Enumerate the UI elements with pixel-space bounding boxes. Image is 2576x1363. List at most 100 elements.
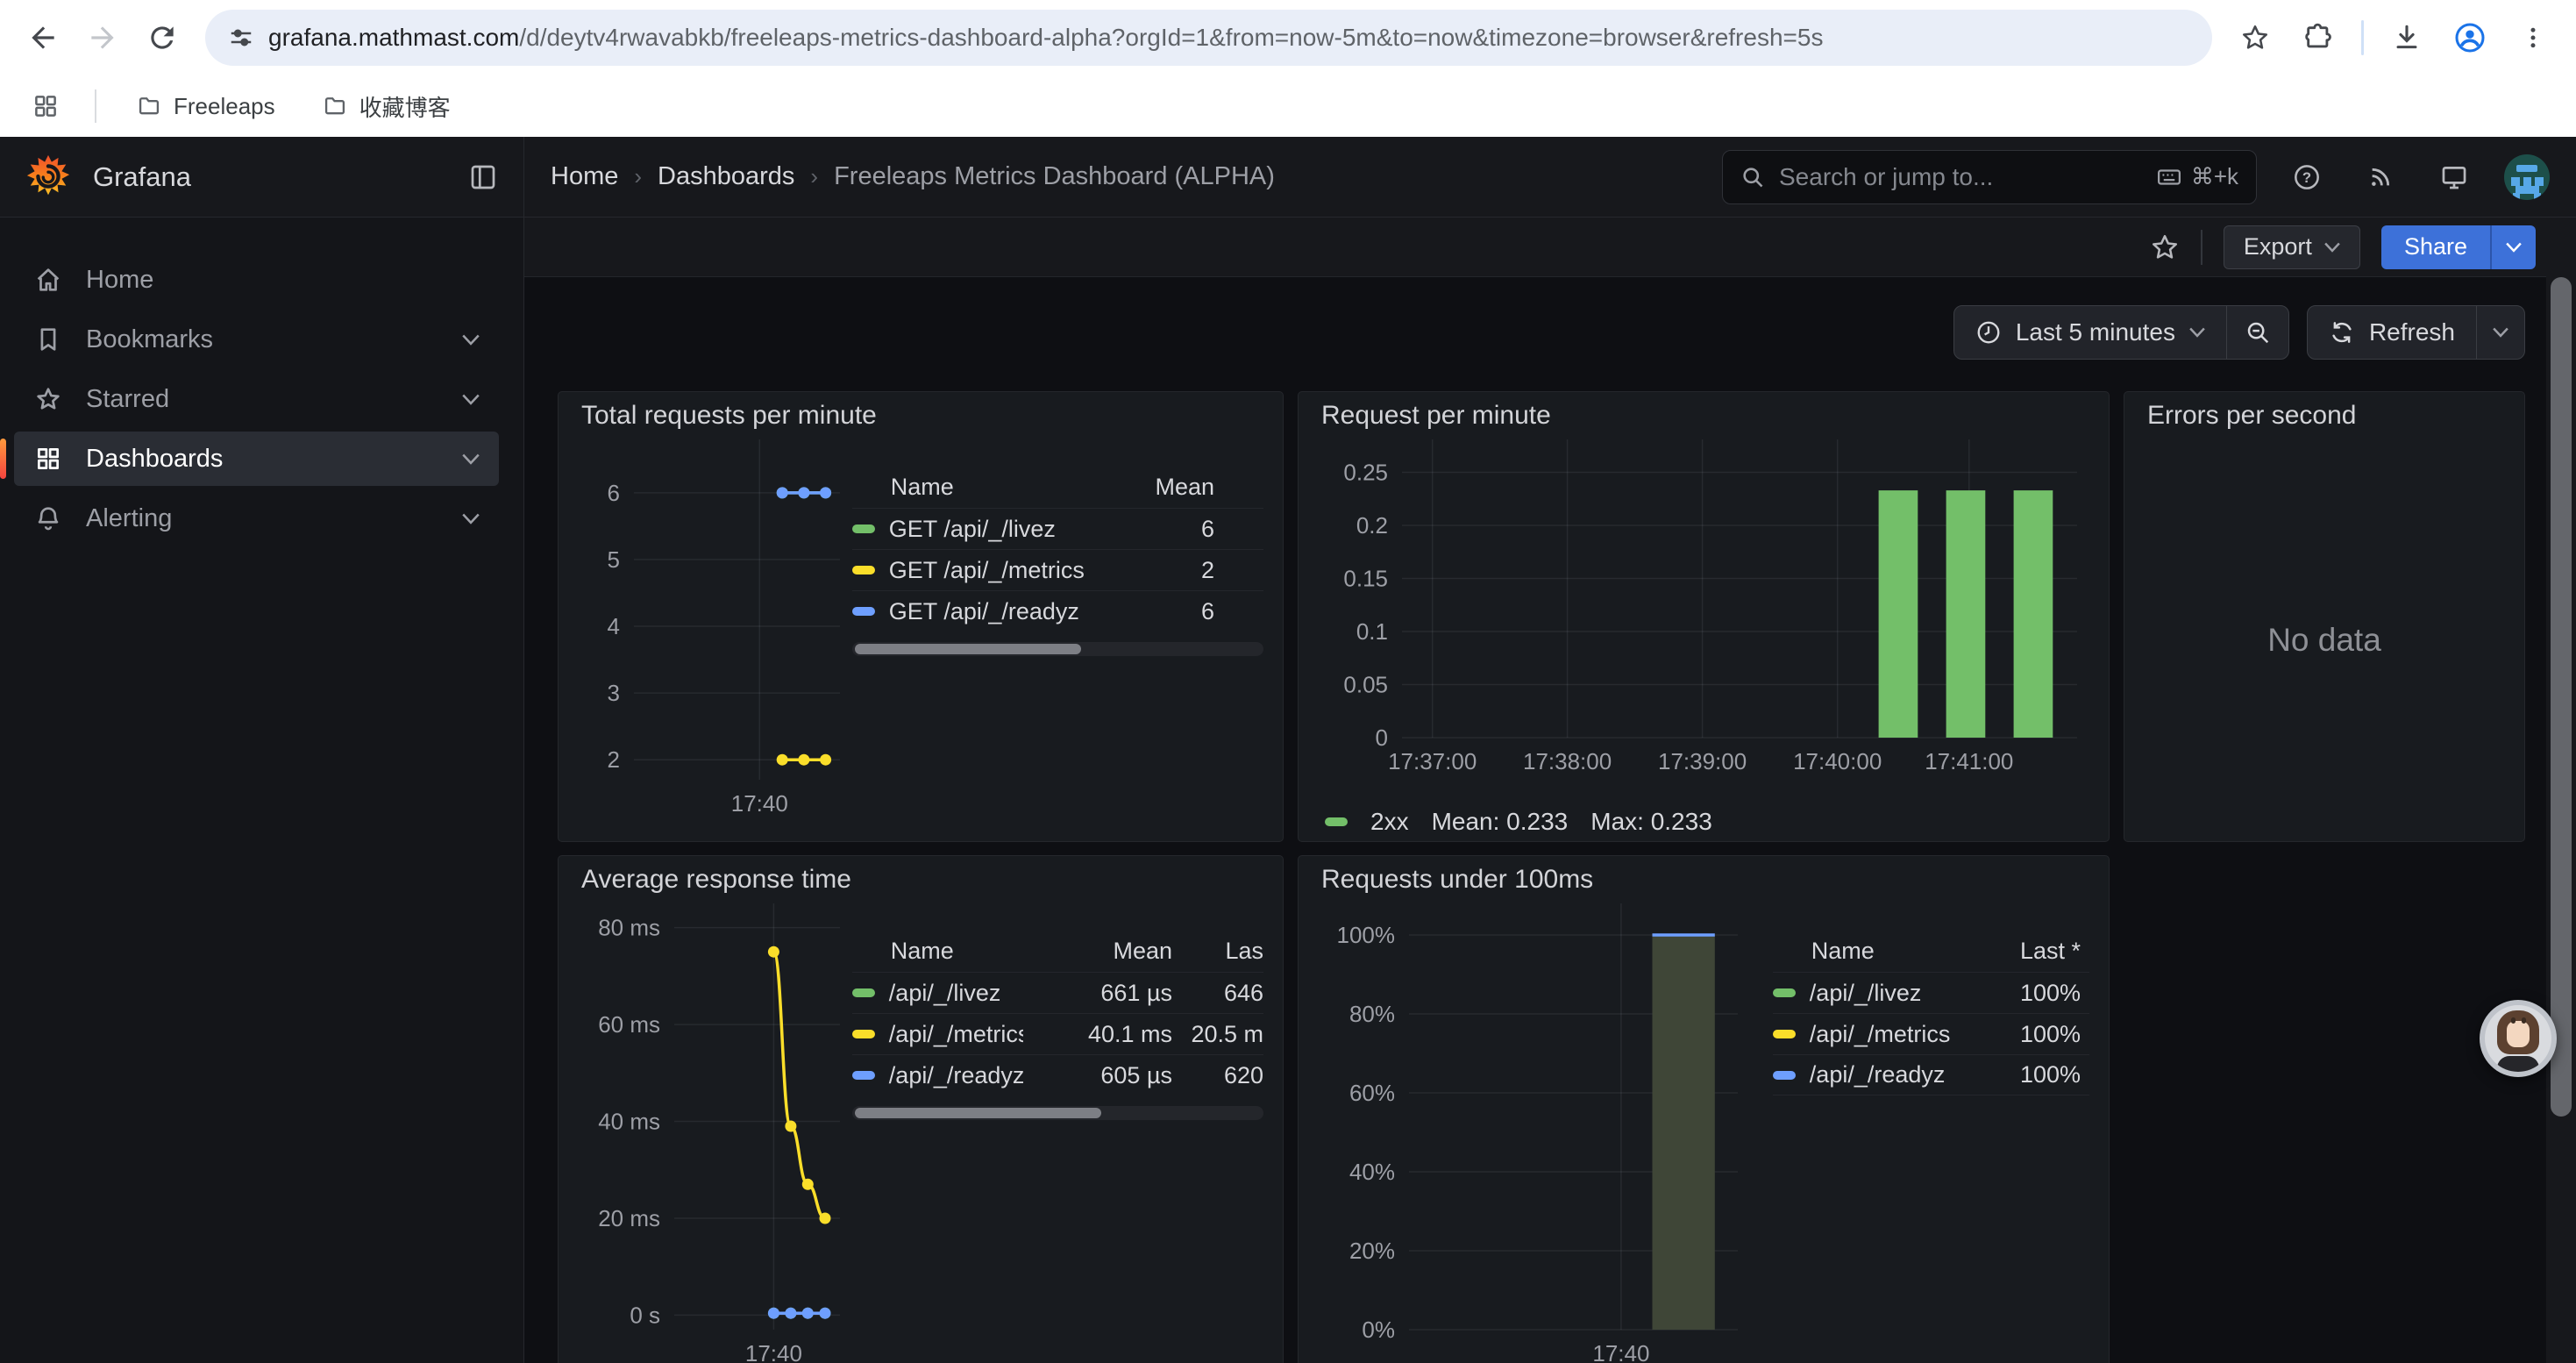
chart-request-per-minute: 0.250.20.150.10.05017:37:0017:38:0017:39… — [1318, 439, 2089, 794]
legend-series-name[interactable]: /api/_/livez — [1773, 980, 1958, 1007]
legend-col-header[interactable]: Las — [1172, 938, 1263, 965]
legend-series-name[interactable]: GET /api/_/metrics — [852, 557, 1109, 584]
chevron-down-icon — [462, 513, 480, 525]
bookmark-icon — [33, 325, 63, 354]
bell-icon — [33, 503, 63, 533]
legend-col-header[interactable]: Last * — [1958, 938, 2081, 965]
export-button[interactable]: Export — [2224, 225, 2360, 269]
sidebar-item-alerting[interactable]: Alerting — [14, 491, 499, 546]
legend-total-requests: NameMeanGET /api/_/livez 6GET /api/_/metr… — [852, 439, 1263, 818]
panel-title[interactable]: Total requests per minute — [578, 392, 1263, 439]
sidebar-item-bookmarks[interactable]: Bookmarks — [14, 312, 499, 367]
share-split-button: Share — [2381, 225, 2536, 269]
downloads-button[interactable] — [2380, 11, 2434, 65]
share-menu-button[interactable] — [2490, 225, 2536, 269]
legend-value: 100% — [1958, 1061, 2081, 1088]
help-button[interactable]: ? — [2283, 153, 2330, 201]
dock-menu-toggle-icon[interactable] — [467, 161, 499, 193]
favorite-dashboard-star-icon[interactable] — [2150, 232, 2180, 262]
panel-title[interactable]: Errors per second — [2144, 392, 2505, 439]
legend-series-name[interactable]: /api/_/metrics — [852, 1021, 1023, 1048]
legend-col-header[interactable]: Mean — [1023, 938, 1172, 965]
zoom-out-time-button[interactable] — [2227, 306, 2288, 359]
sidebar-item-label: Dashboards — [86, 445, 223, 474]
chevron-down-icon — [462, 334, 480, 346]
chevron-down-icon — [2189, 327, 2205, 338]
breadcrumb-item[interactable]: Dashboards — [658, 162, 794, 191]
bookmark-folder[interactable]: 收藏博客 — [310, 85, 463, 128]
legend-series-name[interactable]: /api/_/livez — [852, 980, 1023, 1007]
refresh-button[interactable]: Refresh — [2308, 306, 2476, 359]
time-range-picker[interactable]: Last 5 minutes — [1954, 306, 2226, 359]
sidebar-item-label: Alerting — [86, 504, 172, 533]
news-button[interactable] — [2357, 153, 2404, 201]
svg-text:17:41:00: 17:41:00 — [1925, 748, 2013, 774]
search-input[interactable]: Search or jump to... ⌘+k — [1722, 150, 2257, 204]
legend-col-header[interactable]: Name — [852, 474, 1109, 501]
panel-title[interactable]: Requests under 100ms — [1318, 856, 2089, 903]
svg-text:20%: 20% — [1349, 1238, 1395, 1264]
browser-toolbar: grafana.mathmast.com/d/deytv4rwavabkb/fr… — [0, 0, 2576, 75]
legend-scrollbar-thumb[interactable] — [855, 644, 1081, 654]
breadcrumb-item[interactable]: Home — [551, 162, 618, 191]
floating-assistant-avatar[interactable] — [2480, 1000, 2557, 1077]
extensions-button[interactable] — [2291, 11, 2345, 65]
bookmark-folder[interactable]: Freeleaps — [125, 88, 288, 125]
url-bar[interactable]: grafana.mathmast.com/d/deytv4rwavabkb/fr… — [205, 10, 2212, 66]
legend-series-name[interactable]: 2xx — [1370, 808, 1409, 836]
chart-requests-under-100ms: 100%80%60%40%20%0%17:40 — [1318, 903, 1750, 1363]
refresh-interval-button[interactable] — [2477, 306, 2524, 359]
svg-text:17:37:00: 17:37:00 — [1388, 748, 1477, 774]
back-button[interactable] — [16, 11, 70, 65]
legend-col-header[interactable]: Name — [1773, 938, 1958, 965]
svg-text:20 ms: 20 ms — [598, 1205, 660, 1231]
legend-series-name[interactable]: GET /api/_/livez — [852, 516, 1109, 543]
panel-title[interactable]: Request per minute — [1318, 392, 2089, 439]
legend-request-per-minute: 2xxMean: 0.233Max: 0.233 — [1318, 808, 2089, 836]
legend-series-name[interactable]: GET /api/_/readyz — [852, 598, 1109, 625]
breadcrumb-separator: › — [810, 163, 818, 190]
sidebar-item-home[interactable]: Home — [14, 253, 499, 307]
sidebar-item-dashboards[interactable]: Dashboards — [14, 432, 499, 486]
legend-series-name[interactable]: /api/_/metrics — [1773, 1021, 1958, 1048]
legend-series-name[interactable]: /api/_/readyz — [852, 1062, 1023, 1089]
legend-series-name[interactable]: /api/_/readyz — [1773, 1061, 1958, 1088]
legend-scrollbar-track[interactable] — [852, 642, 1263, 656]
bookmark-page-button[interactable] — [2228, 11, 2282, 65]
svg-text:0.25: 0.25 — [1343, 460, 1388, 486]
star-icon — [33, 384, 63, 414]
svg-text:6: 6 — [608, 480, 620, 506]
profile-icon — [2454, 22, 2486, 54]
legend-scrollbar-track[interactable] — [852, 1106, 1263, 1120]
kiosk-mode-button[interactable] — [2430, 153, 2478, 201]
svg-text:0.2: 0.2 — [1356, 512, 1388, 539]
panel-title[interactable]: Average response time — [578, 856, 1263, 903]
legend-value: 6 — [1109, 598, 1214, 625]
apps-grid-icon — [33, 444, 63, 474]
sidebar-item-starred[interactable]: Starred — [14, 372, 499, 426]
clock-icon — [1975, 319, 2002, 346]
url-domain: grafana.mathmast.com — [268, 24, 519, 51]
share-button[interactable]: Share — [2381, 225, 2490, 269]
legend-row: GET /api/_/readyz6 — [852, 590, 1263, 632]
legend-scrollbar-thumb[interactable] — [855, 1108, 1102, 1118]
legend-col-header[interactable]: Mean — [1109, 474, 1214, 501]
svg-text:?: ? — [2302, 168, 2311, 185]
url-text: grafana.mathmast.com/d/deytv4rwavabkb/fr… — [268, 24, 1823, 52]
browser-menu-button[interactable] — [2506, 11, 2560, 65]
bookmark-label: Freeleaps — [174, 93, 275, 120]
forward-button[interactable] — [75, 11, 130, 65]
chevron-down-icon — [2324, 242, 2340, 253]
reload-button[interactable] — [135, 11, 189, 65]
legend-row: /api/_/readyz100% — [1773, 1054, 2089, 1095]
search-icon — [1740, 165, 1765, 189]
sidebar-nav: Home Bookmarks Starred Dashboards Alerti… — [0, 218, 524, 1363]
apps-shortcut-button[interactable] — [25, 85, 67, 127]
chart-total-requests: 6543217:40 — [578, 439, 852, 818]
legend-col-header[interactable]: Name — [852, 938, 1023, 965]
user-avatar[interactable] — [2504, 154, 2550, 200]
profile-button[interactable] — [2443, 11, 2497, 65]
page-scrollbar-thumb[interactable] — [2551, 277, 2572, 1117]
legend-value: 20.5 m — [1172, 1021, 1263, 1048]
refresh-group: Refresh — [2307, 305, 2525, 360]
